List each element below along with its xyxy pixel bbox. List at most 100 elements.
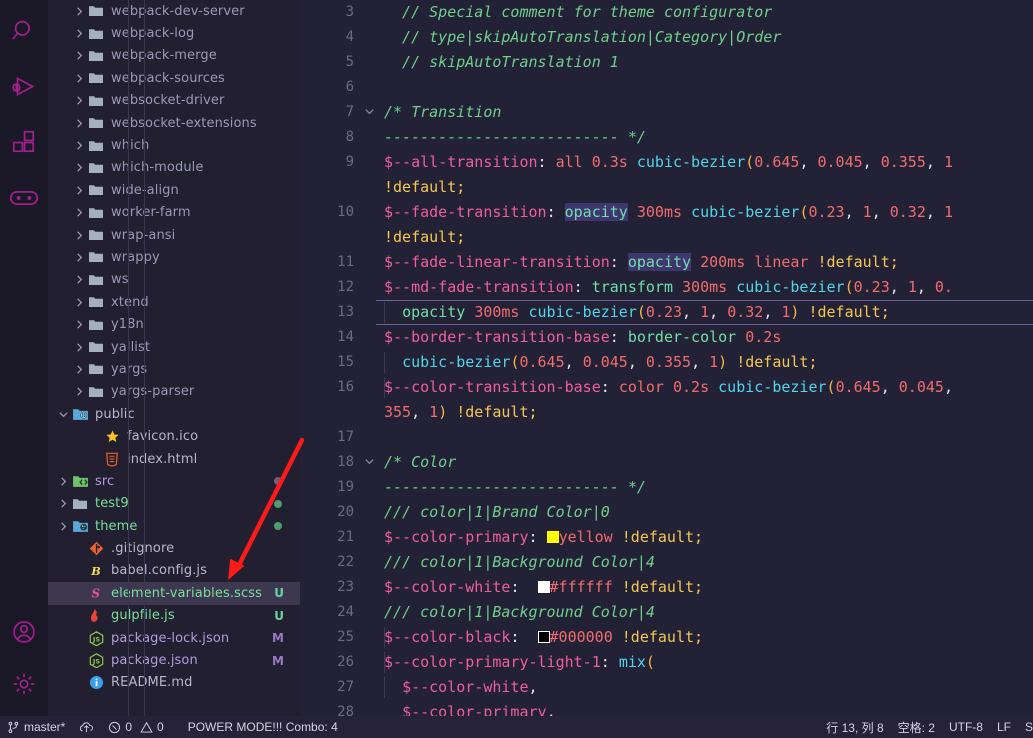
tree-folder-row[interactable]: ws <box>48 269 300 291</box>
fold-chevron-icon[interactable] <box>362 100 376 125</box>
tree-folder-row[interactable]: yallist <box>48 336 300 358</box>
tree-folder-row[interactable]: yargs <box>48 358 300 380</box>
tree-file-row[interactable]: JS package.json M <box>48 649 300 671</box>
chevron-right-icon[interactable] <box>72 23 86 45</box>
tree-folder-row[interactable]: wrappy <box>48 246 300 268</box>
code-editor[interactable]: 3 // Special comment for theme configura… <box>300 0 1033 716</box>
tree-file-row[interactable]: Bbabel.config.js <box>48 560 300 582</box>
editor-line[interactable]: 12 $--md-fade-transition: transform 300ms… <box>300 275 1033 300</box>
account-icon[interactable] <box>0 606 48 658</box>
editor-line[interactable]: 3 // Special comment for theme configura… <box>300 0 1033 25</box>
chevron-right-icon[interactable] <box>56 493 70 515</box>
status-eol[interactable]: LF <box>990 716 1018 738</box>
editor-line[interactable]: 28 $--color-primary, <box>300 700 1033 716</box>
editor-line[interactable]: 9 $--all-transition: all 0.3s cubic-bezie… <box>300 150 1033 175</box>
chevron-down-icon[interactable] <box>56 403 70 425</box>
chevron-right-icon[interactable] <box>72 90 86 112</box>
chevron-right-icon[interactable] <box>72 67 86 89</box>
editor-line[interactable]: 23 $--color-white: #ffffff !default; <box>300 575 1033 600</box>
chevron-right-icon[interactable] <box>72 336 86 358</box>
editor-line[interactable]: 20 /// color|1|Brand Color|0 <box>300 500 1033 525</box>
editor-line[interactable]: 14 $--border-transition-base: border-colo… <box>300 325 1033 350</box>
chevron-right-icon[interactable] <box>72 112 86 134</box>
tree-file-row[interactable]: index.html <box>48 448 300 470</box>
tree-folder-row[interactable]: test9 <box>48 493 300 515</box>
tree-file-row[interactable]: gulpfile.js U <box>48 605 300 627</box>
editor-line[interactable]: 7 /* Transition <box>300 100 1033 125</box>
tree-folder-row[interactable]: theme <box>48 515 300 537</box>
run-and-debug-icon[interactable] <box>0 60 48 114</box>
chevron-right-icon[interactable] <box>72 179 86 201</box>
tree-folder-row[interactable]: public <box>48 403 300 425</box>
tree-file-row[interactable]: JS package-lock.json M <box>48 627 300 649</box>
editor-line[interactable]: !default; <box>300 225 1033 250</box>
editor-current-line[interactable]: 13 opacity 300ms cubic-bezier(0.23, 1, 0… <box>300 300 1033 325</box>
chevron-right-icon[interactable] <box>72 358 86 380</box>
editor-line[interactable]: 24 /// color|1|Background Color|4 <box>300 600 1033 625</box>
status-language-mode[interactable]: S <box>1018 716 1033 738</box>
editor-line[interactable]: !default; <box>300 175 1033 200</box>
tree-folder-row[interactable]: which <box>48 134 300 156</box>
status-sync[interactable] <box>72 716 101 738</box>
extensions-icon[interactable] <box>0 114 48 170</box>
editor-lines[interactable]: 3 // Special comment for theme configura… <box>300 0 1033 716</box>
explorer-sidebar[interactable]: webpack-dev-server webpack-log webpack-mer… <box>48 0 300 716</box>
editor-line[interactable]: 27 $--color-white, <box>300 675 1033 700</box>
tree-folder-row[interactable]: websocket-driver <box>48 90 300 112</box>
tree-file-row[interactable]: .gitignore <box>48 537 300 559</box>
editor-line[interactable]: 4 // type|skipAutoTranslation|Category|O… <box>300 25 1033 50</box>
tree-folder-row[interactable]: wide-align <box>48 179 300 201</box>
chevron-right-icon[interactable] <box>72 202 86 224</box>
status-problems[interactable]: 0 0 <box>101 716 170 738</box>
status-cursor-position[interactable]: 行 13, 列 8 <box>819 716 890 738</box>
chevron-right-icon[interactable] <box>72 45 86 67</box>
chevron-right-icon[interactable] <box>72 224 86 246</box>
tree-folder-row[interactable]: src <box>48 470 300 492</box>
tree-file-row[interactable]: favicon.ico <box>48 425 300 447</box>
editor-line[interactable]: 10 $--fade-transition: opacity 300ms cubi… <box>300 200 1033 225</box>
chevron-right-icon[interactable] <box>72 246 86 268</box>
chevron-right-icon[interactable] <box>72 0 86 22</box>
editor-line[interactable]: 18 /* Color <box>300 450 1033 475</box>
chevron-right-icon[interactable] <box>72 291 86 313</box>
tree-folder-row[interactable]: webpack-dev-server <box>48 0 300 22</box>
gamepad-icon[interactable] <box>0 170 48 226</box>
status-indentation[interactable]: 空格: 2 <box>891 716 942 738</box>
fold-chevron-icon[interactable] <box>362 450 376 475</box>
tree-folder-row[interactable]: y18n <box>48 313 300 335</box>
tree-folder-row[interactable]: wrap-ansi <box>48 224 300 246</box>
status-power-mode[interactable]: POWER MODE!!! Combo: 4 <box>181 716 345 738</box>
editor-line[interactable]: 8 -------------------------- */ <box>300 125 1033 150</box>
editor-line[interactable]: 26 $--color-primary-light-1: mix( <box>300 650 1033 675</box>
tree-folder-row[interactable]: webpack-sources <box>48 67 300 89</box>
chevron-right-icon[interactable] <box>72 314 86 336</box>
chevron-right-icon[interactable] <box>56 470 70 492</box>
editor-line[interactable]: 19 -------------------------- */ <box>300 475 1033 500</box>
chevron-right-icon[interactable] <box>72 269 86 291</box>
editor-line[interactable]: 21 $--color-primary: yellow !default; <box>300 525 1033 550</box>
tree-file-row[interactable]: Selement-variables.scss U <box>48 582 300 605</box>
editor-line[interactable]: 25 $--color-black: #000000 !default; <box>300 625 1033 650</box>
editor-line[interactable]: 6 <box>300 75 1033 100</box>
editor-line[interactable]: 22 /// color|1|Background Color|4 <box>300 550 1033 575</box>
tree-folder-row[interactable]: websocket-extensions <box>48 112 300 134</box>
tree-file-row[interactable]: README.md <box>48 672 300 694</box>
chevron-right-icon[interactable] <box>72 157 86 179</box>
editor-line[interactable]: 15 cubic-bezier(0.645, 0.045, 0.355, 1) … <box>300 350 1033 375</box>
editor-line[interactable]: 5 // skipAutoTranslation 1 <box>300 50 1033 75</box>
status-encoding[interactable]: UTF-8 <box>942 716 990 738</box>
chevron-right-icon[interactable] <box>72 381 86 403</box>
tree-folder-row[interactable]: xtend <box>48 291 300 313</box>
editor-line[interactable]: 355, 1) !default; <box>300 400 1033 425</box>
tree-folder-row[interactable]: webpack-log <box>48 22 300 44</box>
settings-gear-icon[interactable] <box>0 658 48 710</box>
tree-folder-row[interactable]: worker-farm <box>48 202 300 224</box>
editor-line[interactable]: 17 <box>300 425 1033 450</box>
tree-folder-row[interactable]: yargs-parser <box>48 381 300 403</box>
editor-line[interactable]: 11 $--fade-linear-transition: opacity 200… <box>300 250 1033 275</box>
file-tree[interactable]: webpack-dev-server webpack-log webpack-mer… <box>48 0 300 694</box>
tree-folder-row[interactable]: which-module <box>48 157 300 179</box>
chevron-right-icon[interactable] <box>56 515 70 537</box>
status-branch[interactable]: master* <box>0 716 72 738</box>
editor-line[interactable]: 16 $--color-transition-base: color 0.2s c… <box>300 375 1033 400</box>
